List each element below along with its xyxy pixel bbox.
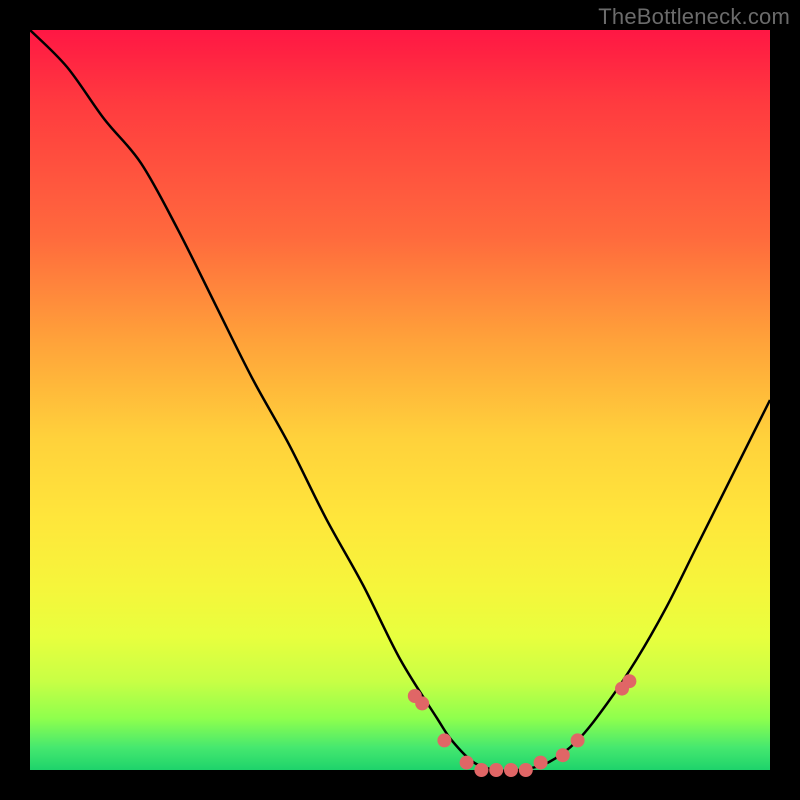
marker-dot	[519, 763, 533, 777]
marker-dot	[474, 763, 488, 777]
marker-dot	[571, 733, 585, 747]
plot-area	[30, 30, 770, 770]
marker-dot	[437, 733, 451, 747]
bottleneck-curve-path	[30, 30, 770, 771]
marker-dot	[556, 748, 570, 762]
marker-dot	[622, 674, 636, 688]
chart-frame: TheBottleneck.com	[0, 0, 800, 800]
marker-dot	[534, 756, 548, 770]
curve-svg	[30, 30, 770, 770]
marker-dot	[460, 756, 474, 770]
marker-dot	[489, 763, 503, 777]
marker-dot	[504, 763, 518, 777]
watermark-text: TheBottleneck.com	[598, 4, 790, 30]
marker-dot	[415, 696, 429, 710]
